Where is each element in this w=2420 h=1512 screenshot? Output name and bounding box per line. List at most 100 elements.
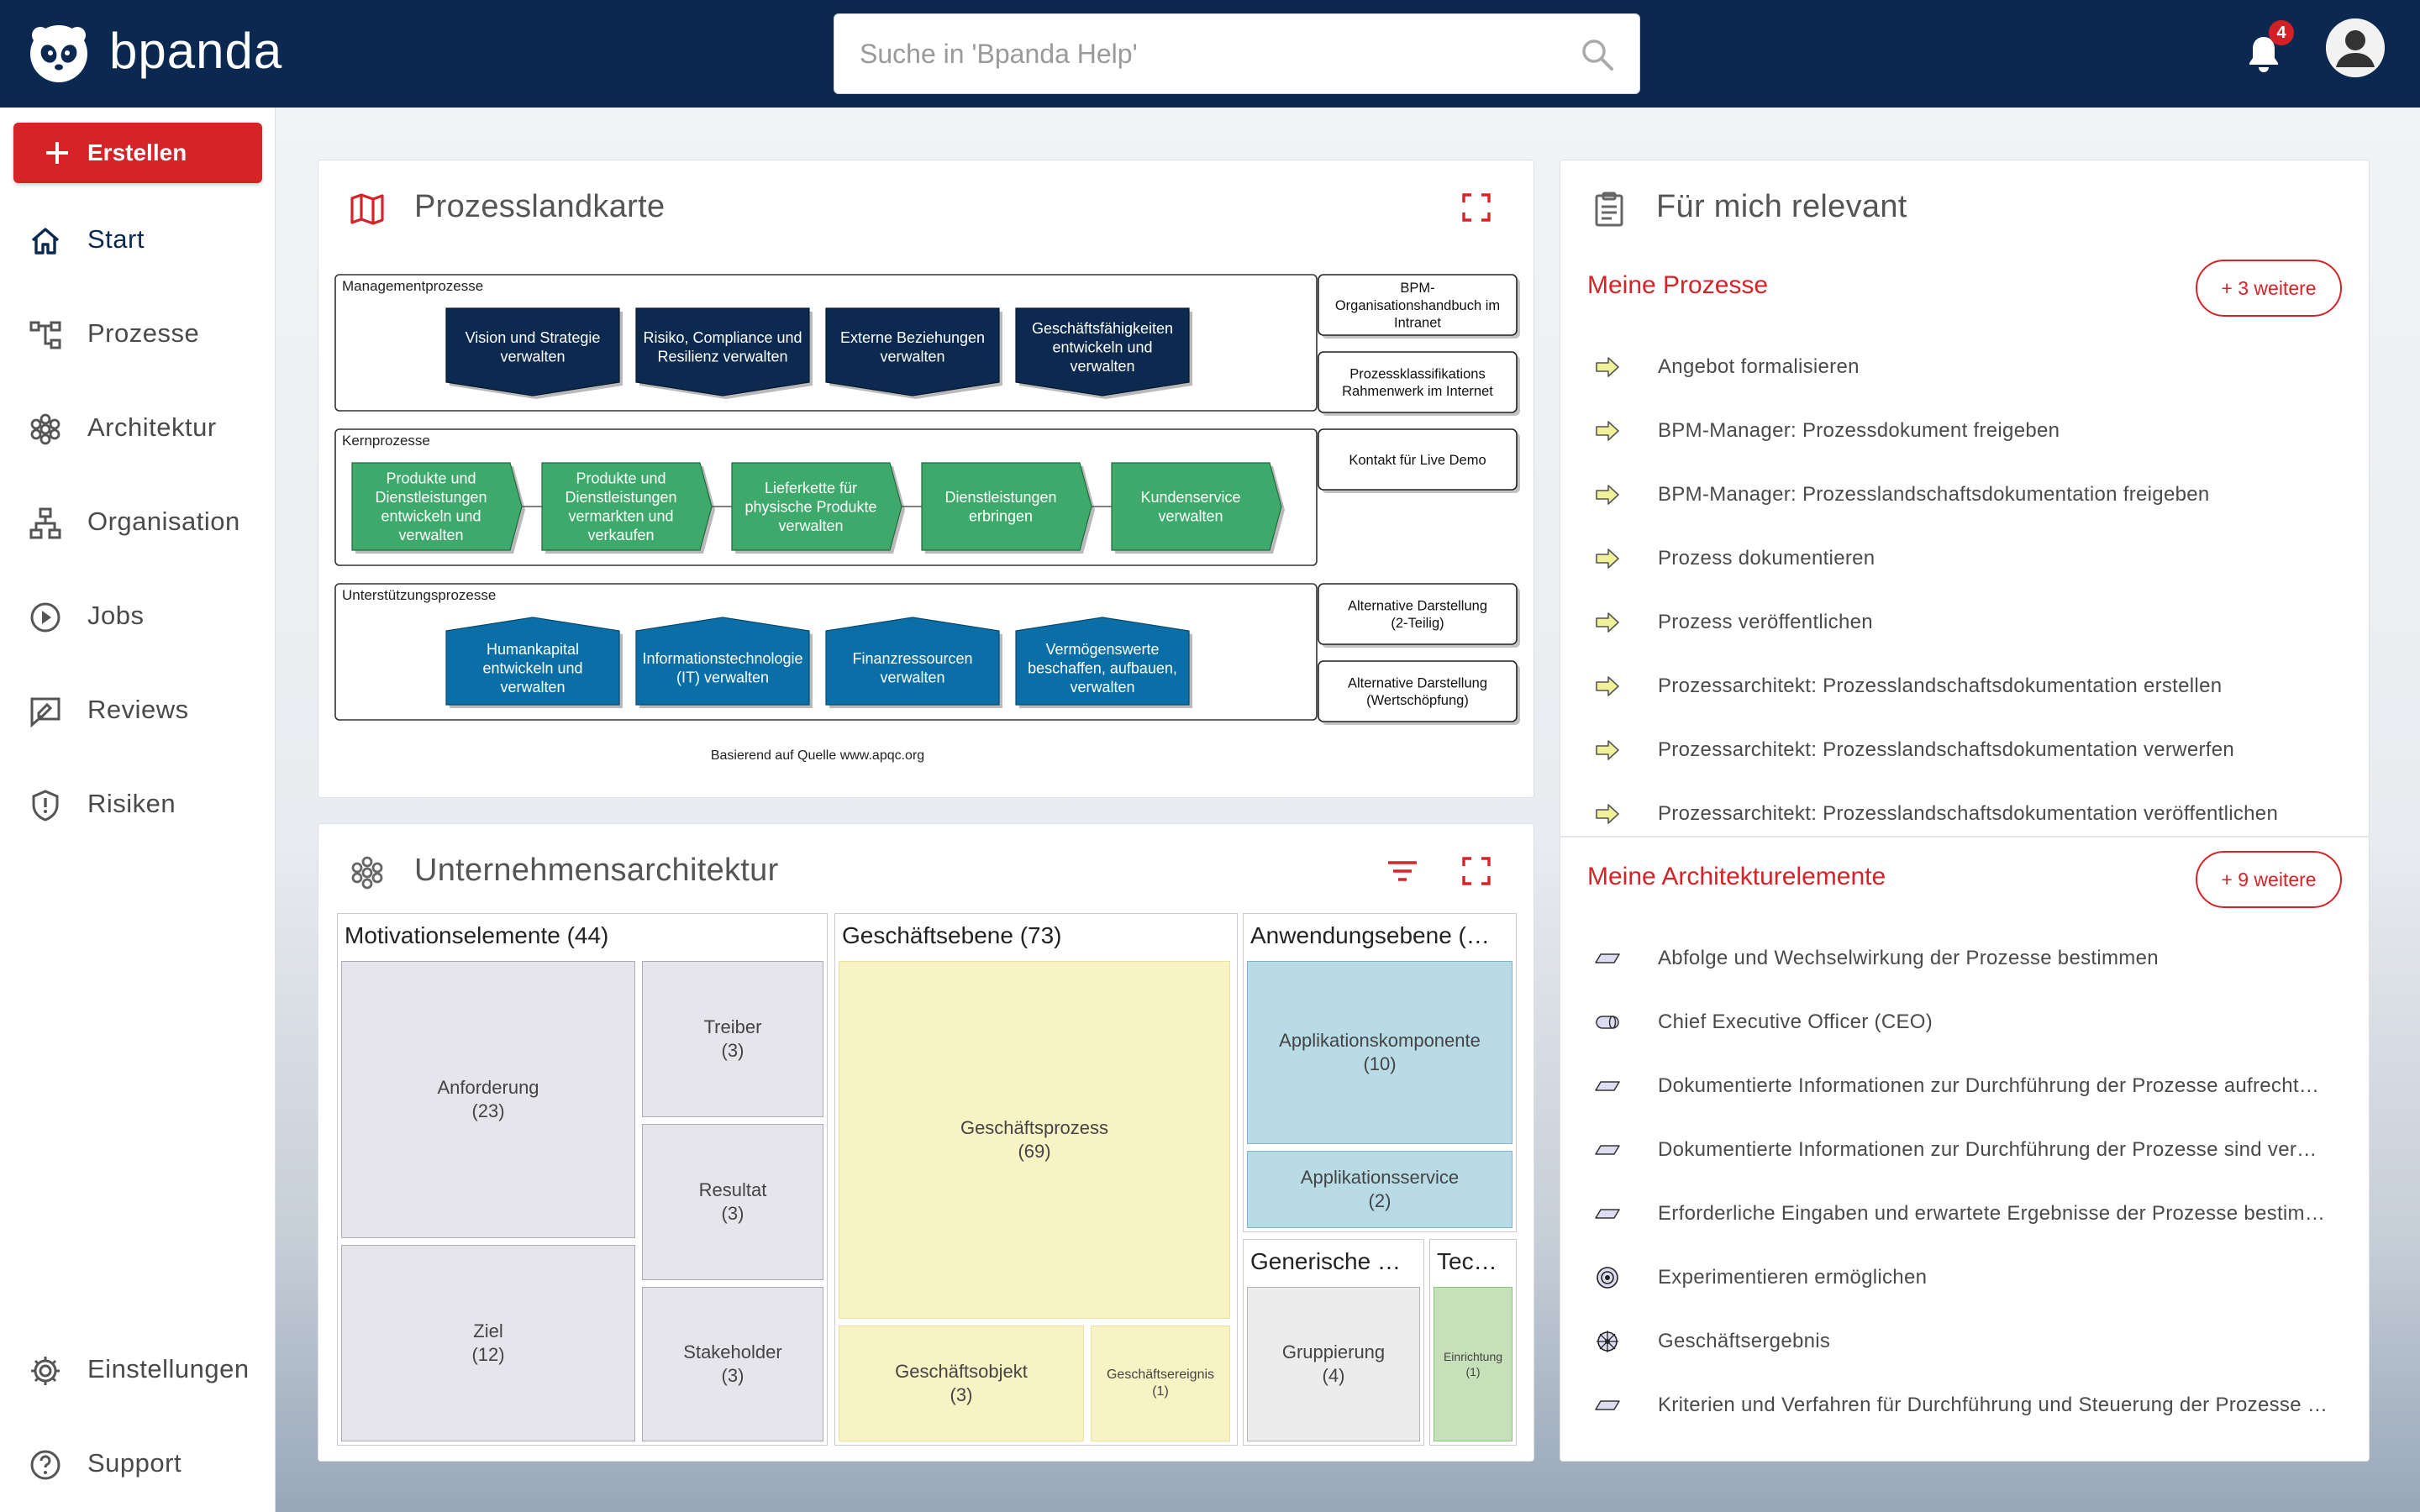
cell-name: Gruppierung — [1281, 1341, 1386, 1362]
my-architecture-item[interactable]: Abfolge und Wechselwirkung der Prozesse … — [1594, 933, 2369, 984]
management-process-shape[interactable]: Externe Beziehungen verwalten — [825, 307, 1002, 399]
sidebar-item-prozesse[interactable]: Prozesse — [0, 302, 276, 369]
treemap-group-application[interactable]: Anwendungsebene (… Applikationskomponent… — [1243, 913, 1517, 1232]
shield-icon — [32, 790, 59, 822]
core-process-label: Kundenservice — [1140, 489, 1240, 506]
my-architecture-item[interactable]: Kriterien und Verfahren für Durchführung… — [1594, 1380, 2369, 1431]
treemap-cell[interactable]: Geschäftsprozess (69) — [839, 961, 1230, 1319]
support-process-shape[interactable]: Vermögenswertebeschaffen, aufbauen, verwa… — [1015, 617, 1192, 708]
core-process-label: Dienstleistungen — [944, 489, 1056, 506]
user-avatar[interactable] — [2326, 18, 2385, 77]
treemap-cell[interactable]: Ziel (12) — [341, 1245, 635, 1441]
sidebar-item-start[interactable]: Start — [0, 207, 276, 275]
panda-logo-icon[interactable] — [29, 24, 89, 84]
core-process-shape[interactable]: Dienstleistungen erbringen — [921, 462, 1095, 554]
sidebar-item-risiken[interactable]: Risiken — [0, 772, 276, 839]
support-process-shape[interactable]: Humankapitalentwickeln und verwalten — [445, 617, 623, 708]
parallelogram-icon — [1595, 1209, 1620, 1219]
landscape-link-box[interactable]: Prozessklassifikations Rahmenwerk im Inte… — [1318, 351, 1520, 416]
search-box[interactable] — [834, 13, 1640, 94]
landscape-link-box[interactable]: Kontakt für Live Demo — [1318, 428, 1520, 493]
treemap-cell[interactable]: Applikationskomponente (10) — [1247, 961, 1512, 1144]
cell-count: (10) — [1363, 1053, 1397, 1074]
search-icon[interactable] — [1579, 36, 1616, 73]
sidebar-item-einstellungen[interactable]: Einstellungen — [0, 1337, 276, 1404]
notification-count-badge: 4 — [2269, 20, 2294, 45]
my-process-item[interactable]: Prozess dokumentieren — [1594, 533, 2369, 584]
treemap-cell[interactable]: Geschäftsobjekt (3) — [839, 1326, 1084, 1441]
architecture-title: Unternehmensarchitektur — [414, 853, 779, 888]
treemap-group-technology[interactable]: Tec… Einrichtung (1) — [1429, 1239, 1517, 1446]
cell-name: Resultat — [698, 1179, 767, 1200]
process-landscape-diagram: Managementprozesse Vision und Strategie ve… — [334, 274, 1520, 725]
sidebar-item-support[interactable]: Support — [0, 1431, 276, 1499]
management-process-label: verwalten — [500, 349, 565, 365]
cell-count: (3) — [950, 1384, 973, 1405]
treemap-cell[interactable]: Stakeholder (3) — [642, 1287, 823, 1441]
my-process-item[interactable]: BPM-Manager: Prozessdokument freigeben — [1594, 406, 2369, 456]
core-process-shape[interactable]: Produkte und Dienstleistungen vermarkten u… — [541, 462, 715, 554]
arrow-right-icon — [1596, 740, 1619, 760]
cell-count: (3) — [721, 1203, 744, 1224]
cell-name: Geschäftsprozess — [960, 1117, 1109, 1138]
more-architecture-button[interactable]: + 9 weitere — [2196, 851, 2342, 908]
treemap-cell[interactable]: Treiber (3) — [642, 961, 823, 1117]
my-process-item[interactable]: BPM-Manager: Prozesslandschaftsdokumenta… — [1594, 470, 2369, 520]
treemap-group-business[interactable]: Geschäftsebene (73) Geschäftsprozess (69)… — [834, 913, 1238, 1446]
cell-name: Stakeholder — [683, 1341, 782, 1362]
filter-icon[interactable] — [1386, 856, 1419, 886]
my-process-item[interactable]: Prozessarchitekt: Prozesslandschaftsdoku… — [1594, 725, 2369, 775]
user-icon — [2326, 18, 2385, 77]
my-architecture-item[interactable]: Chief Executive Officer (CEO) — [1594, 997, 2369, 1047]
management-process-shape[interactable]: Risiko, Compliance und Resilienz verwalte… — [635, 307, 813, 399]
management-process-shape[interactable]: Geschäftsfähigkeiten entwickeln und verwal… — [1015, 307, 1192, 399]
sidebar-item-reviews[interactable]: Reviews — [0, 678, 276, 745]
brand-name[interactable]: bpanda — [109, 22, 282, 80]
core-process-shape[interactable]: Kundenservice verwalten — [1111, 462, 1285, 554]
review-icon — [30, 697, 60, 728]
my-process-item[interactable]: Prozessarchitekt: Prozesslandschaftsdoku… — [1594, 661, 2369, 711]
landscape-card: Prozesslandkarte Managementprozesse Visio… — [318, 160, 1534, 798]
treemap-group-generic[interactable]: Generische … Gruppierung (4) — [1243, 1239, 1424, 1446]
search-input[interactable] — [860, 14, 1549, 93]
parallelogram-icon — [1595, 1145, 1620, 1155]
my-architecture-item[interactable]: Dokumentierte Informationen zur Durchfüh… — [1594, 1125, 2369, 1175]
my-architecture-item[interactable]: Erforderliche Eingaben und erwartete Erg… — [1594, 1189, 2369, 1239]
support-process-label: entwickeln und — [482, 659, 582, 676]
treemap-group-motivation[interactable]: Motivationselemente (44) Anforderung (23)… — [337, 913, 828, 1446]
treemap-cell[interactable]: Einrichtung (1) — [1434, 1287, 1512, 1441]
sidebar-item-label: Support — [87, 1448, 182, 1478]
more-processes-button[interactable]: + 3 weitere — [2196, 260, 2342, 317]
my-process-item[interactable]: Prozessarchitekt: Prozesslandschaftsdoku… — [1594, 789, 2369, 839]
sidebar-item-architektur[interactable]: Architektur — [0, 396, 276, 463]
landscape-link-box[interactable]: Alternative Darstellung (Wertschöpfung) — [1318, 660, 1520, 725]
my-architecture-item[interactable]: Experimentieren ermöglichen — [1594, 1252, 2369, 1303]
app-header: bpanda 4 — [0, 0, 2420, 108]
treemap-cell[interactable]: Applikationsservice (2) — [1247, 1151, 1512, 1228]
core-process-shape[interactable]: Lieferkette für physische Produkte verwalt… — [731, 462, 905, 554]
core-process-shape[interactable]: Produkte und Dienstleistungen entwickeln u… — [351, 462, 525, 554]
sidebar-item-jobs[interactable]: Jobs — [0, 584, 276, 651]
management-process-shape[interactable]: Vision und Strategie verwalten — [445, 307, 623, 399]
support-process-label: Humankapital — [487, 641, 579, 658]
fullscreen-icon[interactable] — [1461, 856, 1491, 886]
landscape-link-box[interactable]: Alternative Darstellung (2-Teilig) — [1318, 583, 1520, 648]
sidebar-item-label: Architektur — [87, 412, 217, 442]
treemap-cell[interactable]: Resultat (3) — [642, 1124, 823, 1280]
my-architecture-item[interactable]: Geschäftsergebnis — [1594, 1316, 2369, 1367]
my-architecture-item[interactable]: Dokumentierte Informationen zur Durchfüh… — [1594, 1061, 2369, 1111]
create-button[interactable]: Erstellen — [13, 123, 262, 183]
treemap-group-title: Anwendungsebene (… — [1250, 922, 1490, 948]
support-process-shape[interactable]: Finanzressourcen verwalten — [825, 617, 1002, 708]
treemap-cell[interactable]: Anforderung (23) — [341, 961, 635, 1238]
sidebar-item-organisation[interactable]: Organisation — [0, 490, 276, 557]
my-process-item[interactable]: Angebot formalisieren — [1594, 342, 2369, 392]
my-process-item[interactable]: Prozess veröffentlichen — [1594, 597, 2369, 648]
support-process-shape[interactable]: Informationstechnologie (IT) verwalten — [635, 617, 813, 708]
landscape-link-box[interactable]: BPM- Organisationshandbuch im Intranet — [1318, 274, 1520, 339]
management-process-label: entwickeln und — [1052, 339, 1152, 355]
treemap-cell[interactable]: Gruppierung (4) — [1247, 1287, 1420, 1441]
my-architecture-label: Erforderliche Eingaben und erwartete Erg… — [1658, 1202, 2326, 1225]
treemap-cell[interactable]: Geschäftsereignis (1) — [1091, 1326, 1230, 1441]
my-process-label: Prozess dokumentieren — [1658, 547, 1876, 570]
